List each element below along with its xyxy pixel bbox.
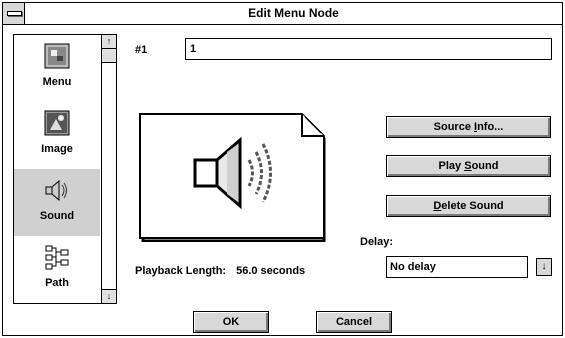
speaker-icon — [45, 179, 67, 202]
delete-sound-button[interactable]: Delete Sound — [386, 195, 551, 217]
system-menu-button[interactable] — [3, 3, 25, 24]
sidebar-item-label: Menu — [42, 76, 72, 88]
sound-preview-page — [139, 113, 326, 242]
menu-icon — [44, 43, 70, 69]
sidebar-item-label: Image — [41, 143, 73, 155]
window-title: Edit Menu Node — [248, 6, 339, 20]
playback-length-value: 56.0 seconds — [236, 265, 306, 277]
image-icon — [44, 110, 70, 136]
path-icon — [45, 245, 69, 270]
title-bar: Edit Menu Node — [3, 3, 562, 25]
sidebar-scrollbar[interactable]: ↑ ↓ — [101, 35, 116, 303]
delay-label: Delay: — [360, 236, 394, 248]
delay-select[interactable]: No delay ↓ — [386, 256, 554, 278]
playback-length: Playback Length: 56.0 seconds — [135, 265, 305, 277]
scroll-down-arrow-icon[interactable]: ↓ — [102, 289, 116, 303]
scroll-thumb[interactable] — [102, 49, 116, 63]
delay-select-value[interactable]: No delay — [386, 256, 528, 278]
sidebar-item-image[interactable]: Image — [14, 102, 100, 169]
node-type-sidebar: Menu Image Sound Path ↑ ↓ — [13, 34, 117, 304]
dropdown-arrow-icon[interactable]: ↓ — [536, 258, 552, 276]
sidebar-item-label: Sound — [39, 210, 75, 222]
sidebar-item-sound[interactable]: Sound — [14, 169, 100, 236]
play-sound-button[interactable]: Play Sound — [386, 155, 551, 177]
sidebar-item-label: Path — [45, 277, 69, 289]
node-number-label: #1 — [135, 44, 148, 56]
sidebar-item-menu[interactable]: Menu — [14, 35, 100, 102]
sidebar-item-path[interactable]: Path — [14, 236, 100, 303]
cancel-button[interactable]: Cancel — [316, 311, 392, 333]
playback-length-label: Playback Length: — [135, 265, 227, 277]
scroll-up-arrow-icon[interactable]: ↑ — [102, 35, 116, 49]
ok-button[interactable]: OK — [193, 311, 269, 333]
node-number-input[interactable]: 1 — [185, 38, 552, 60]
source-info-button[interactable]: Source Info... — [386, 116, 551, 138]
